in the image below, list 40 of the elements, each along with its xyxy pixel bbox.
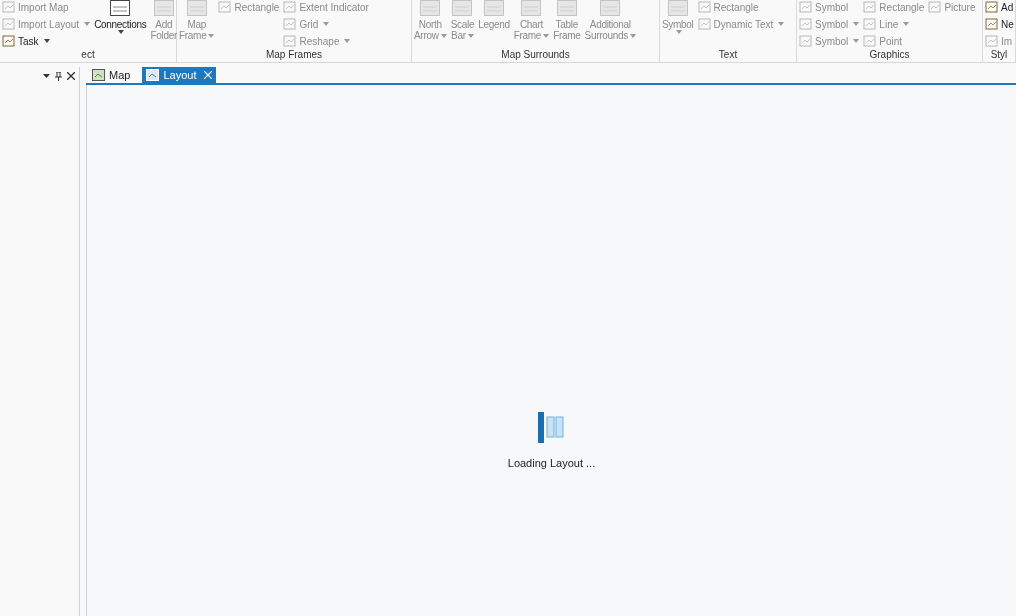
pin-icon[interactable] bbox=[55, 71, 62, 81]
tool-icon bbox=[985, 35, 998, 47]
document-tab[interactable]: Layout bbox=[142, 67, 217, 83]
tool-icon bbox=[799, 1, 812, 13]
tool-icon bbox=[283, 1, 297, 13]
tool-icon bbox=[283, 18, 297, 30]
group-label: Styl bbox=[989, 48, 1009, 62]
tool-icon bbox=[2, 1, 15, 13]
tool-icon bbox=[985, 1, 998, 13]
ribbon-button[interactable]: Connections bbox=[94, 0, 147, 46]
tool-icon bbox=[697, 18, 711, 30]
tool-icon bbox=[928, 1, 942, 13]
tool-icon bbox=[283, 35, 297, 47]
tool-icon bbox=[697, 1, 711, 13]
tool-icon bbox=[2, 35, 15, 47]
loading-text: Loading Layout ... bbox=[507, 456, 596, 471]
tool-icon bbox=[863, 1, 877, 13]
tab-label: Map bbox=[109, 67, 131, 83]
close-icon[interactable] bbox=[67, 72, 75, 80]
group-label: Text bbox=[717, 48, 739, 62]
tool-icon bbox=[985, 18, 998, 30]
group-label: ect bbox=[80, 48, 96, 62]
tool-icon bbox=[863, 18, 877, 30]
tab-label: Layout bbox=[163, 67, 197, 83]
group-label: Graphics bbox=[868, 48, 911, 62]
group-label: Map Frames bbox=[264, 48, 324, 62]
tool-icon bbox=[799, 18, 812, 30]
tool-icon bbox=[218, 1, 232, 13]
ribbon-button[interactable]: Ne bbox=[985, 17, 1014, 31]
group-label: Map Surrounds bbox=[500, 48, 571, 62]
ribbon-button[interactable]: Ad bbox=[985, 0, 1014, 14]
tool-icon bbox=[2, 18, 15, 30]
caret-icon[interactable] bbox=[43, 74, 50, 78]
document-icon bbox=[92, 69, 105, 81]
document-tab[interactable]: Map bbox=[88, 67, 135, 83]
tool-icon bbox=[799, 35, 812, 47]
loading-icon bbox=[538, 412, 565, 443]
tool-icon bbox=[863, 35, 877, 47]
document-icon bbox=[146, 69, 160, 81]
ribbon-button[interactable]: Task bbox=[2, 34, 91, 48]
